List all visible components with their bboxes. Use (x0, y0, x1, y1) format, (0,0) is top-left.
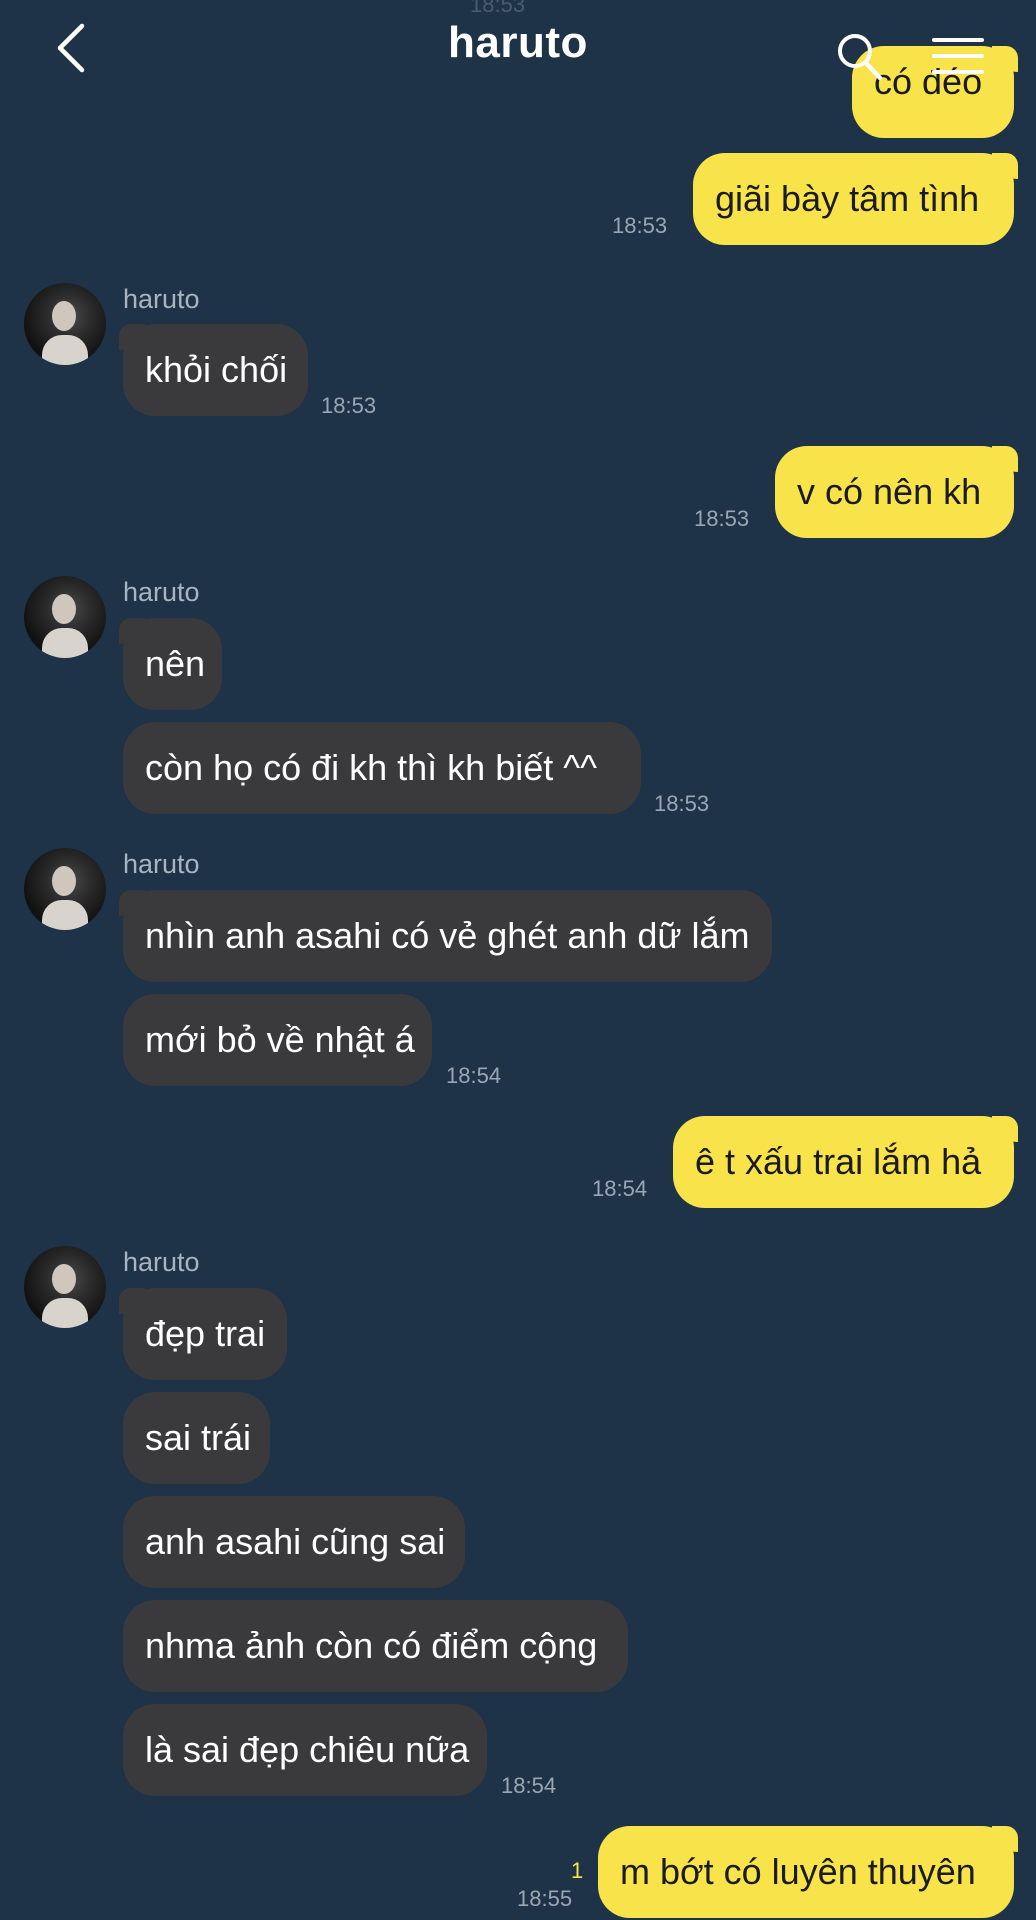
message-text: m bớt có luyên thuyên (620, 1851, 976, 1892)
message-text: nhma ảnh còn có điểm cộng (145, 1625, 598, 1666)
message-time: 18:53 (654, 791, 710, 816)
message-text: v có nên kh (797, 471, 982, 512)
search-button[interactable] (836, 32, 884, 82)
incoming-message[interactable]: sai trái (123, 1392, 270, 1484)
sender-name: haruto (123, 1247, 200, 1277)
message-time: 18:54 (592, 1176, 648, 1201)
message-text: đẹp trai (145, 1313, 266, 1354)
outgoing-message[interactable]: m bớt có luyên thuyên (598, 1826, 1018, 1918)
incoming-message[interactable]: đẹp trai (119, 1288, 287, 1380)
message-text: nhìn anh asahi có vẻ ghét anh dữ lắm (145, 915, 750, 956)
avatar[interactable] (24, 576, 106, 658)
avatar[interactable] (24, 848, 106, 930)
outgoing-message[interactable]: v có nên kh (775, 446, 1018, 538)
message-text: mới bỏ về nhật á (145, 1019, 415, 1060)
message-time: 18:53 (612, 213, 668, 238)
menu-button[interactable] (932, 36, 984, 76)
message-text: ê t xấu trai lắm hả (695, 1141, 982, 1182)
sender-name: haruto (123, 577, 200, 607)
message-text: là sai đẹp chiêu nữa (145, 1729, 470, 1770)
sender-name: haruto (123, 849, 200, 879)
message-text: sai trái (145, 1417, 252, 1458)
incoming-message[interactable]: mới bỏ về nhật á (123, 994, 432, 1086)
incoming-message[interactable]: anh asahi cũng sai (123, 1496, 465, 1588)
message-text: nên (145, 643, 206, 684)
read-count: 1 (571, 1858, 584, 1883)
search-icon (838, 34, 883, 81)
outgoing-message[interactable]: ê t xấu trai lắm hả (673, 1116, 1018, 1208)
incoming-message[interactable]: khỏi chối (119, 324, 308, 416)
message-text: khỏi chối (145, 349, 288, 390)
outgoing-message[interactable]: giãi bày tâm tình (693, 153, 1018, 245)
incoming-message[interactable]: nhma ảnh còn có điểm cộng (123, 1600, 628, 1692)
incoming-message[interactable]: nhìn anh asahi có vẻ ghét anh dữ lắm (119, 890, 772, 982)
hamburger-menu-icon (932, 38, 984, 74)
avatar[interactable] (24, 1246, 106, 1328)
incoming-message[interactable]: nên (119, 618, 222, 710)
message-text: anh asahi cũng sai (145, 1521, 446, 1562)
message-time: 18:53 (321, 393, 377, 418)
message-time: 18:54 (446, 1063, 502, 1088)
sender-name: haruto (123, 284, 200, 314)
message-time: 18:55 (517, 1886, 573, 1911)
message-time: 18:54 (501, 1773, 557, 1798)
avatar[interactable] (24, 283, 106, 365)
incoming-message[interactable]: là sai đẹp chiêu nữa (123, 1704, 487, 1796)
message-text: giãi bày tâm tình (715, 178, 980, 219)
incoming-message[interactable]: còn họ có đi kh thì kh biết ^^ (123, 722, 641, 814)
message-time: 18:53 (694, 506, 750, 531)
message-text: còn họ có đi kh thì kh biết ^^ (145, 747, 598, 788)
chat-header: haruto (0, 0, 1036, 96)
